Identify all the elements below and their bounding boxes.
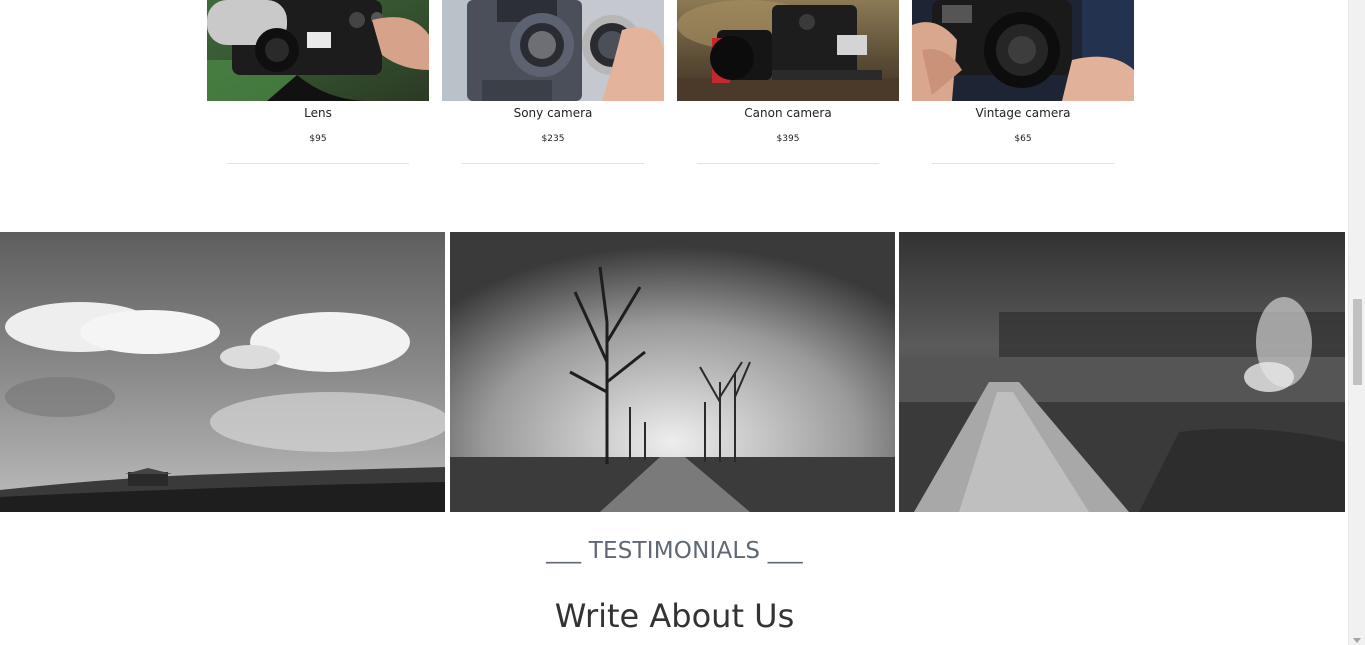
product-name[interactable]: Sony camera bbox=[442, 105, 664, 121]
testimonials-label: ___ TESTIMONIALS ___ bbox=[546, 538, 803, 564]
clouds-landscape-photo-icon[interactable] bbox=[0, 232, 445, 512]
product-name[interactable]: Vintage camera bbox=[912, 105, 1134, 121]
product-grid: Lens $95 Sony camera $235 Canon camera $… bbox=[207, 0, 1135, 165]
testimonials-heading: Write About Us bbox=[554, 597, 795, 635]
product-name[interactable]: Canon camera bbox=[677, 105, 899, 121]
vintage-camera-photo-icon[interactable] bbox=[912, 0, 1134, 101]
product-divider bbox=[227, 163, 409, 164]
foggy-tree-road-photo-icon[interactable] bbox=[450, 232, 895, 512]
sony-camera-photo-icon[interactable] bbox=[442, 0, 664, 101]
product-card-lens[interactable]: Lens $95 bbox=[207, 0, 429, 165]
product-card-canon-camera[interactable]: Canon camera $395 bbox=[677, 0, 899, 165]
misty-path-field-photo-icon[interactable] bbox=[899, 232, 1345, 512]
page: Lens $95 Sony camera $235 Canon camera $… bbox=[0, 0, 1365, 645]
scroll-down-arrow-icon[interactable] bbox=[1353, 638, 1361, 643]
product-price: $65 bbox=[1014, 134, 1032, 144]
product-card-vintage-camera[interactable]: Vintage camera $65 bbox=[912, 0, 1134, 165]
product-price: $95 bbox=[309, 134, 327, 144]
product-card-sony-camera[interactable]: Sony camera $235 bbox=[442, 0, 664, 165]
product-name[interactable]: Lens bbox=[207, 105, 429, 121]
canon-camera-photo-icon[interactable] bbox=[677, 0, 899, 101]
product-price: $395 bbox=[776, 134, 800, 144]
camera-lens-photo-icon[interactable] bbox=[207, 0, 429, 101]
photo-gallery bbox=[0, 232, 1345, 512]
product-divider bbox=[932, 163, 1114, 164]
product-divider bbox=[697, 163, 879, 164]
scrollbar-thumb[interactable] bbox=[1353, 299, 1362, 385]
product-divider bbox=[462, 163, 644, 164]
product-price: $235 bbox=[541, 134, 565, 144]
vertical-scrollbar[interactable] bbox=[1348, 0, 1365, 645]
